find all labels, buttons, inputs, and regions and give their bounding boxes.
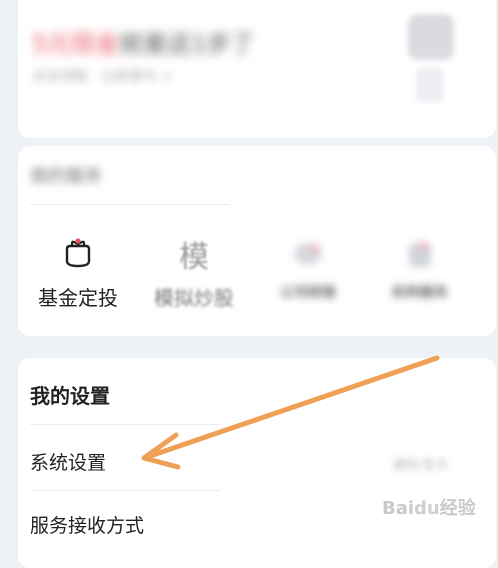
promo-image-shadow bbox=[416, 68, 444, 102]
promo-image bbox=[408, 14, 454, 60]
services-divider bbox=[30, 204, 230, 205]
service-fund-investment[interactable]: 基金定投 bbox=[28, 234, 128, 311]
settings-row-system[interactable]: 系统设置 bbox=[30, 448, 106, 475]
settings-divider-1 bbox=[30, 424, 220, 425]
promo-title-rest: 就差这1步了 bbox=[119, 30, 255, 58]
service-simulated-trading[interactable]: 模 模拟炒股 bbox=[144, 234, 244, 311]
promo-title-accent: 5元现金 bbox=[32, 30, 120, 58]
promo-subtitle: 点击领取 · 立即参与 > bbox=[32, 69, 174, 85]
wallet-icon bbox=[28, 234, 128, 274]
baidu-watermark: Baidu经验 bbox=[382, 498, 476, 519]
my-services-card: 我的服务 基金定投 模 模拟炒股 公司研报 机构服务 bbox=[18, 146, 496, 336]
service-institution[interactable]: 机构服务 bbox=[370, 234, 470, 302]
services-title: 我的服务 bbox=[30, 166, 102, 187]
service-label: 基金定投 bbox=[38, 286, 118, 310]
my-settings-card: 我的设置 系统设置 通知/显示 服务接收方式 bbox=[18, 358, 496, 568]
settings-row-service-receive[interactable]: 服务接收方式 bbox=[30, 511, 144, 538]
service-label: 模拟炒股 bbox=[154, 286, 234, 310]
settings-title: 我的设置 bbox=[30, 384, 110, 408]
service-icon bbox=[370, 234, 470, 274]
mo-glyph-icon: 模 bbox=[179, 240, 209, 275]
settings-divider-2 bbox=[30, 490, 220, 491]
service-company-reports[interactable]: 公司研报 bbox=[258, 234, 358, 302]
settings-row-value: 通知/显示 bbox=[392, 458, 449, 473]
promo-card[interactable]: 5元现金就差这1步了 点击领取 · 立即参与 > bbox=[18, 0, 496, 138]
settings-row-label: 服务接收方式 bbox=[30, 515, 145, 537]
paw-icon: du bbox=[414, 498, 440, 519]
promo-title: 5元现金就差这1步了 bbox=[32, 24, 255, 59]
report-icon bbox=[258, 234, 358, 274]
settings-row-label: 系统设置 bbox=[30, 452, 107, 474]
service-label: 机构服务 bbox=[392, 285, 448, 301]
service-label: 公司研报 bbox=[280, 285, 336, 301]
